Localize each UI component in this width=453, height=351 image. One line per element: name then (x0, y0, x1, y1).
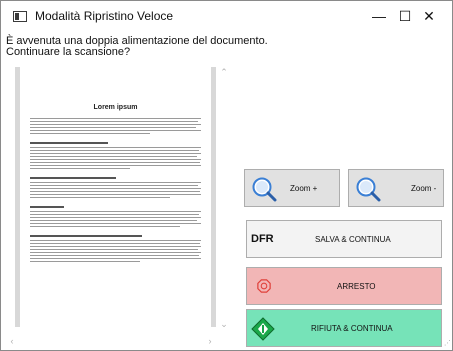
paragraph-heading (30, 206, 64, 208)
quick-recovery-window: Modalità Ripristino Veloce — ☐ ✕ È avven… (0, 0, 453, 351)
text-line (30, 249, 198, 250)
horizontal-scrollbar[interactable]: ‹ › (5, 334, 217, 348)
text-line (30, 150, 199, 151)
text-line (30, 243, 200, 244)
text-line (30, 147, 201, 148)
text-line (30, 217, 201, 218)
text-line (30, 252, 201, 253)
green-diamond-arrow-icon (251, 317, 275, 341)
stop-sign-icon (257, 279, 271, 293)
zoom-in-label: Zoom + (290, 184, 318, 193)
text-line (30, 124, 201, 125)
zoom-out-button[interactable]: Zoom - (348, 169, 444, 207)
resize-grip[interactable]: ⋰ (441, 339, 451, 349)
refuse-continue-button[interactable]: RIFIUTA & CONTINUA (246, 309, 442, 347)
window-icon (13, 11, 27, 22)
text-line (30, 156, 197, 157)
text-line (30, 182, 201, 183)
text-line (30, 246, 201, 247)
double-feed-message: È avvenuta una doppia alimentazione del … (6, 36, 268, 58)
paragraph-heading (30, 142, 108, 144)
message-line-2: Continuare la scansione? (6, 46, 131, 58)
text-line (30, 153, 201, 154)
text-line (30, 118, 201, 119)
text-line (30, 214, 199, 215)
text-line (30, 191, 200, 192)
text-line (30, 194, 201, 195)
text-line (30, 261, 140, 262)
text-line (30, 162, 200, 163)
scanned-page: Lorem ipsum (20, 67, 211, 327)
window-title: Modalità Ripristino Veloce (35, 9, 174, 23)
scroll-left-icon[interactable]: ‹ (7, 336, 17, 346)
save-continue-button[interactable]: DFR SALVA & CONTINUA (246, 220, 442, 258)
text-line (30, 168, 130, 169)
close-button[interactable]: ✕ (407, 1, 451, 31)
zoom-out-label: Zoom - (411, 184, 437, 193)
text-line (30, 130, 201, 131)
text-line (30, 258, 201, 259)
text-line (30, 159, 201, 160)
document-preview[interactable]: Lorem ipsum (5, 63, 233, 349)
scroll-up-icon[interactable]: ⌃ (219, 67, 229, 77)
page-frame: Lorem ipsum (15, 67, 216, 327)
stop-button[interactable]: ARRESTO (246, 267, 442, 305)
text-line (30, 226, 180, 227)
text-line (30, 188, 201, 189)
dfr-label: DFR (251, 233, 274, 245)
magnifier-minus-icon (356, 177, 381, 202)
text-line (30, 121, 198, 122)
stop-label: ARRESTO (337, 282, 376, 291)
page-title: Lorem ipsum (93, 104, 138, 111)
text-line (30, 165, 201, 166)
paragraph-heading (30, 235, 142, 237)
text-line (30, 127, 196, 128)
text-line (30, 133, 150, 134)
vertical-scrollbar[interactable]: ⌃ ⌄ (217, 63, 231, 333)
scroll-down-icon[interactable]: ⌄ (219, 319, 229, 329)
magnifier-plus-icon (252, 177, 277, 202)
text-line (30, 197, 170, 198)
text-line (30, 255, 199, 256)
text-line (30, 223, 201, 224)
text-line (30, 211, 201, 212)
text-line (30, 240, 201, 241)
zoom-in-button[interactable]: Zoom + (244, 169, 340, 207)
refuse-continue-label: RIFIUTA & CONTINUA (311, 324, 393, 333)
text-line (30, 185, 198, 186)
title-bar: Modalità Ripristino Veloce — ☐ ✕ (1, 1, 452, 31)
paragraph-heading (30, 177, 116, 179)
text-line (30, 220, 197, 221)
save-continue-label: SALVA & CONTINUA (315, 235, 391, 244)
scroll-right-icon[interactable]: › (205, 336, 215, 346)
